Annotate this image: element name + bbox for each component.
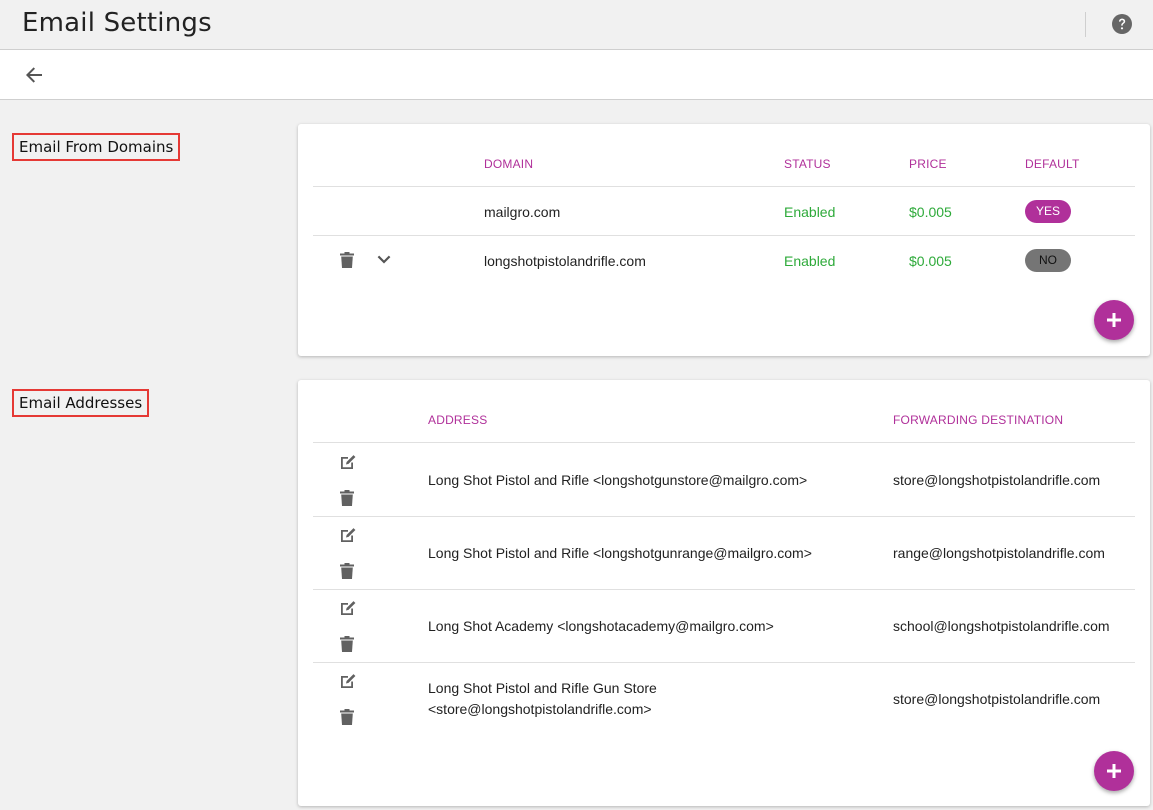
toolbar — [0, 50, 1153, 100]
row-divider — [313, 235, 1135, 236]
header-divider — [313, 186, 1135, 187]
domain-cell: longshotpistolandrifle.com — [484, 253, 646, 269]
price-cell: $0.005 — [909, 253, 952, 269]
forwarding-cell: store@longshotpistolandrifle.com — [893, 472, 1101, 488]
plus-icon — [1107, 764, 1121, 778]
add-address-button[interactable] — [1094, 751, 1134, 791]
chevron-down-icon[interactable] — [377, 255, 391, 265]
edit-icon[interactable] — [339, 454, 357, 470]
column-header-status[interactable]: STATUS — [784, 157, 831, 171]
column-header-domain[interactable]: DOMAIN — [484, 157, 533, 171]
help-circle-icon[interactable] — [1112, 14, 1132, 34]
arrow-left-icon[interactable] — [25, 66, 43, 84]
default-badge-yes[interactable]: YES — [1025, 200, 1071, 223]
row-divider — [313, 589, 1135, 590]
default-badge-no[interactable]: NO — [1025, 249, 1071, 272]
domains-card: DOMAIN STATUS PRICE DEFAULT mailgro.com … — [298, 124, 1150, 356]
column-header-address[interactable]: ADDRESS — [428, 413, 487, 427]
edit-icon[interactable] — [339, 600, 357, 616]
trash-icon[interactable] — [340, 563, 354, 579]
status-cell: Enabled — [784, 253, 836, 269]
trash-icon[interactable] — [340, 252, 354, 268]
forwarding-cell: store@longshotpistolandrifle.com — [893, 691, 1101, 707]
forwarding-cell: school@longshotpistolandrifle.com — [893, 618, 1110, 634]
app-header: Email Settings — [0, 0, 1153, 50]
status-cell: Enabled — [784, 204, 836, 220]
addresses-card: ADDRESS FORWARDING DESTINATION Long Shot… — [298, 380, 1150, 806]
edit-icon[interactable] — [339, 673, 357, 689]
address-cell: Long Shot Pistol and Rifle Gun Store <st… — [428, 680, 657, 717]
address-cell: Long Shot Academy <longshotacademy@mailg… — [428, 618, 774, 634]
forwarding-cell: range@longshotpistolandrifle.com — [893, 545, 1105, 561]
price-cell: $0.005 — [909, 204, 952, 220]
trash-icon[interactable] — [340, 709, 354, 725]
page-title: Email Settings — [22, 8, 212, 38]
address-cell: Long Shot Pistol and Rifle <longshotguns… — [428, 472, 808, 488]
add-domain-button[interactable] — [1094, 300, 1134, 340]
address-cell: Long Shot Pistol and Rifle <longshotgunr… — [428, 545, 812, 561]
header-divider — [313, 442, 1135, 443]
email-from-domains-label: Email From Domains — [12, 133, 181, 161]
domain-cell: mailgro.com — [484, 204, 561, 220]
edit-icon[interactable] — [339, 527, 357, 543]
column-header-default[interactable]: DEFAULT — [1025, 157, 1080, 171]
column-header-price[interactable]: PRICE — [909, 157, 947, 171]
email-addresses-label: Email Addresses — [12, 389, 150, 417]
row-divider — [313, 662, 1135, 663]
plus-icon — [1107, 313, 1121, 327]
trash-icon[interactable] — [340, 636, 354, 652]
row-divider — [313, 516, 1135, 517]
header-divider — [1085, 12, 1086, 37]
trash-icon[interactable] — [340, 490, 354, 506]
column-header-forwarding-destination[interactable]: FORWARDING DESTINATION — [893, 413, 1063, 427]
